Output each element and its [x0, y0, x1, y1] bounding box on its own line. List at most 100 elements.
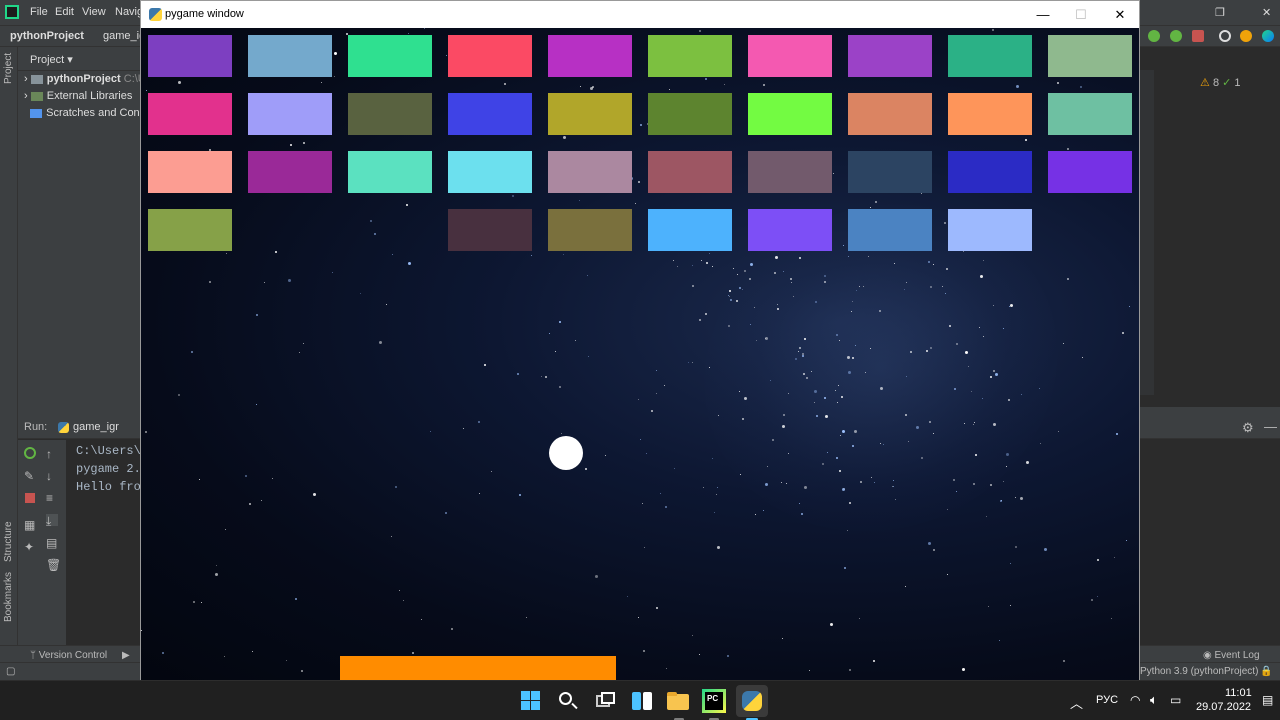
- project-panel: Project ▾ › pythonProject C:\U › Externa…: [18, 47, 151, 407]
- rerun-icon[interactable]: [24, 447, 36, 459]
- down-arrow-icon[interactable]: ↓: [46, 469, 58, 483]
- soft-wrap-icon[interactable]: ≡: [46, 491, 58, 505]
- star: [947, 573, 949, 575]
- brick: [848, 93, 932, 135]
- scroll-to-end-icon[interactable]: ⤓: [46, 514, 58, 528]
- star: [814, 301, 817, 304]
- close-button[interactable]: ✕: [1100, 1, 1140, 28]
- star: [891, 485, 893, 487]
- tree-item-project[interactable]: › pythonProject C:\U: [24, 73, 146, 85]
- star: [640, 439, 642, 441]
- editor-area[interactable]: [1140, 47, 1280, 407]
- brick: [148, 209, 232, 251]
- pygame-titlebar[interactable]: pygame window — ☐ ✕: [141, 1, 1139, 28]
- window-restore-icon[interactable]: ❐: [1215, 6, 1225, 19]
- task-view-icon[interactable]: [593, 689, 617, 713]
- print-icon[interactable]: ▤: [46, 536, 58, 550]
- menu-edit[interactable]: Edit: [55, 6, 74, 18]
- star: [974, 453, 977, 456]
- stop-run-icon[interactable]: [25, 493, 35, 503]
- star: [1066, 277, 1069, 280]
- jetbrains-toolbox-icon[interactable]: [1262, 30, 1274, 42]
- wifi-icon[interactable]: ◠: [1130, 693, 1140, 707]
- breadcrumb-project[interactable]: pythonProject: [10, 30, 84, 42]
- settings-gear-icon[interactable]: ⚙: [1242, 420, 1254, 436]
- run-tool-tab-icon[interactable]: ▶: [122, 650, 130, 661]
- hide-panel-icon[interactable]: —: [1264, 419, 1277, 434]
- tool-window-toggle-icon[interactable]: ▢: [6, 666, 15, 677]
- run-console[interactable]: C:\Users\ pygame 2.1 Hello from: [76, 442, 148, 496]
- tree-item-scratches[interactable]: Scratches and Conso: [24, 107, 151, 119]
- chevron-up-icon[interactable]: ︿: [1070, 693, 1083, 712]
- bookmarks-tool-tab[interactable]: Bookmarks: [3, 572, 14, 622]
- search-icon[interactable]: [556, 689, 580, 713]
- star: [804, 338, 807, 341]
- star: [1114, 557, 1116, 559]
- star: [334, 76, 336, 78]
- clock-date[interactable]: 29.07.2022: [1196, 701, 1251, 713]
- folder-icon: [30, 74, 43, 84]
- star: [664, 505, 667, 508]
- library-icon: [30, 91, 43, 101]
- star: [646, 453, 648, 455]
- console-line: C:\Users\: [76, 444, 141, 458]
- trash-icon[interactable]: 🗑: [46, 558, 61, 572]
- menu-file[interactable]: File: [30, 6, 48, 18]
- maximize-button[interactable]: ☐: [1061, 1, 1101, 28]
- structure-tool-tab[interactable]: Structure: [3, 521, 14, 562]
- tree-item-external-libraries[interactable]: › External Libraries: [24, 90, 132, 102]
- star: [1014, 546, 1017, 549]
- widgets-icon[interactable]: [630, 689, 654, 713]
- python-taskbar-icon[interactable]: [740, 689, 764, 713]
- pin-icon[interactable]: ✦: [24, 540, 36, 554]
- event-log-tab[interactable]: ◉ Event Log: [1203, 650, 1260, 661]
- notifications-icon[interactable]: ▤: [1262, 693, 1273, 707]
- up-arrow-icon[interactable]: ↑: [46, 447, 58, 461]
- star: [530, 254, 532, 256]
- menu-view[interactable]: View: [82, 6, 106, 18]
- star: [289, 143, 292, 146]
- run-tab[interactable]: game_igr: [58, 421, 119, 433]
- window-close-icon[interactable]: ✕: [1262, 6, 1271, 19]
- star: [764, 483, 768, 487]
- star: [215, 565, 217, 567]
- star: [1091, 599, 1094, 602]
- minimize-button[interactable]: —: [1023, 1, 1063, 28]
- language-indicator[interactable]: РУС: [1096, 694, 1118, 706]
- star: [999, 499, 1002, 502]
- breadcrumb-file[interactable]: game_ig: [103, 30, 145, 42]
- stop-icon[interactable]: [1192, 30, 1204, 42]
- updates-icon[interactable]: [1240, 30, 1252, 42]
- menu-navigate[interactable]: Navig: [115, 6, 143, 18]
- pycharm-taskbar-icon[interactable]: PC: [702, 689, 726, 713]
- coverage-icon[interactable]: [1170, 30, 1182, 42]
- search-icon[interactable]: [1219, 30, 1231, 42]
- layout-icon[interactable]: ▦: [24, 518, 36, 532]
- star: [640, 124, 643, 126]
- version-control-tab[interactable]: ᛘ Version Control: [30, 650, 107, 661]
- volume-icon[interactable]: 🔈︎: [1150, 692, 1158, 708]
- star: [905, 413, 908, 416]
- lock-icon[interactable]: 🔒: [1260, 666, 1272, 677]
- file-explorer-icon[interactable]: [666, 689, 690, 713]
- star: [584, 468, 587, 471]
- star: [879, 386, 883, 390]
- star: [852, 445, 855, 448]
- brick: [748, 209, 832, 251]
- clock-time[interactable]: 11:01: [1225, 687, 1252, 699]
- star: [399, 589, 401, 591]
- star: [992, 29, 995, 32]
- battery-icon[interactable]: ▭: [1170, 693, 1181, 707]
- star: [878, 309, 881, 312]
- project-tool-tab[interactable]: Project: [3, 53, 14, 84]
- star: [334, 52, 338, 56]
- debug-bug-icon[interactable]: [1148, 30, 1160, 42]
- inspection-widget[interactable]: ⚠ 8 ✓ 1: [1200, 76, 1241, 89]
- interpreter-status[interactable]: Python 3.9 (pythonProject): [1140, 666, 1258, 677]
- project-panel-header[interactable]: Project ▾: [18, 47, 140, 71]
- star: [373, 232, 376, 235]
- game-canvas[interactable]: [141, 28, 1139, 681]
- star: [867, 255, 869, 257]
- wrench-icon[interactable]: ✎: [24, 469, 36, 483]
- windows-start-icon[interactable]: [519, 689, 543, 713]
